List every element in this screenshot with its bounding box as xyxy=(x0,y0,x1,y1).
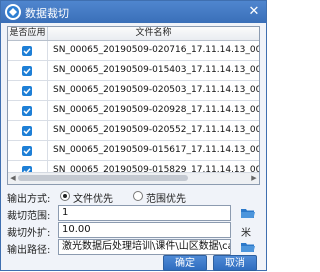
apply-checkbox[interactable] xyxy=(22,126,32,136)
apply-checkbox[interactable] xyxy=(22,66,32,76)
window-title: 数据裁切 xyxy=(25,7,69,20)
apply-cell xyxy=(8,81,48,100)
app-logo-icon xyxy=(5,4,21,20)
table-row[interactable]: SN_00065_20190509-020928_17.11.14.13_000… xyxy=(8,101,259,121)
output-path-label: 输出路径: xyxy=(7,245,51,256)
crop-range-label: 裁切范围: xyxy=(7,211,51,222)
output-path-input[interactable]: 激光数据后处理培训\课件\山区数据\caiqie\fenfu xyxy=(58,239,231,255)
grid-body: SN_00065_20190509-020716_17.11.14.13_000… xyxy=(8,41,259,181)
apply-checkbox[interactable] xyxy=(22,106,32,116)
apply-cell xyxy=(8,141,48,160)
radio-file-first-label: 文件优先 xyxy=(73,194,113,205)
radio-file-first-indicator[interactable] xyxy=(60,191,70,201)
crop-extend-input[interactable]: 10.00 xyxy=(58,222,231,238)
title-bar[interactable]: 数据裁切 ✕ xyxy=(1,1,266,23)
table-row[interactable]: SN_00065_20190509-020716_17.11.14.13_000… xyxy=(8,41,259,61)
radio-range-first-indicator[interactable] xyxy=(133,191,143,201)
apply-checkbox[interactable] xyxy=(22,86,32,96)
ok-button[interactable]: 确定 xyxy=(163,255,207,271)
filename-cell: SN_00065_20190509-020552_17.11.14.13_000… xyxy=(53,125,259,135)
filename-cell: SN_00065_20190509-020716_17.11.14.13_000… xyxy=(53,45,259,55)
folder-icon[interactable] xyxy=(241,241,255,253)
filename-cell: SN_00065_20190509-015617_17.11.14.13_000… xyxy=(53,145,259,155)
checkmark-icon xyxy=(23,128,31,135)
horizontal-scrollbar[interactable]: ◀ ▶ xyxy=(8,172,259,184)
checkmark-icon xyxy=(23,68,31,75)
apply-cell xyxy=(8,101,48,120)
apply-checkbox[interactable] xyxy=(22,146,32,156)
crop-range-input[interactable]: 1 xyxy=(58,205,231,221)
crop-dialog: 数据裁切 ✕ 是否应用 文件名称 SN_00065_20190509-02071… xyxy=(0,0,267,271)
radio-range-first-label: 范围优先 xyxy=(146,194,186,205)
crop-extend-label: 裁切外扩: xyxy=(7,228,51,239)
grid-header: 是否应用 文件名称 xyxy=(8,27,259,41)
column-header-apply[interactable]: 是否应用 xyxy=(8,27,48,40)
apply-checkbox[interactable] xyxy=(22,46,32,56)
scrollbar-thumb[interactable] xyxy=(18,175,188,181)
table-row[interactable]: SN_00065_20190509-015403_17.11.14.13_000… xyxy=(8,61,259,81)
filename-cell: SN_00065_20190509-020503_17.11.14.13_000… xyxy=(53,85,259,95)
file-grid: 是否应用 文件名称 SN_00065_20190509-020716_17.11… xyxy=(7,26,260,185)
apply-cell xyxy=(8,61,48,80)
filename-cell: SN_00065_20190509-015403_17.11.14.13_000… xyxy=(53,65,259,75)
checkmark-icon xyxy=(23,148,31,155)
checkmark-icon xyxy=(23,48,31,55)
apply-cell xyxy=(8,41,48,60)
unit-label: 米 xyxy=(241,228,251,239)
scroll-right-icon[interactable]: ▶ xyxy=(250,173,258,183)
table-row[interactable]: SN_00065_20190509-020503_17.11.14.13_000… xyxy=(8,81,259,101)
close-icon: ✕ xyxy=(248,4,260,19)
table-row[interactable]: SN_00065_20190509-020552_17.11.14.13_000… xyxy=(8,121,259,141)
scroll-left-icon[interactable]: ◀ xyxy=(9,173,17,183)
close-button[interactable]: ✕ xyxy=(245,3,263,21)
table-row[interactable]: SN_00065_20190509-015617_17.11.14.13_000… xyxy=(8,141,259,161)
checkmark-icon xyxy=(23,88,31,95)
cancel-button[interactable]: 取消 xyxy=(213,255,257,271)
folder-icon[interactable] xyxy=(241,207,255,219)
filename-cell: SN_00065_20190509-020928_17.11.14.13_000… xyxy=(53,105,259,115)
column-header-filename[interactable]: 文件名称 xyxy=(48,27,259,40)
output-mode-label: 输出方式: xyxy=(7,194,51,205)
checkmark-icon xyxy=(23,108,31,115)
apply-cell xyxy=(8,121,48,140)
